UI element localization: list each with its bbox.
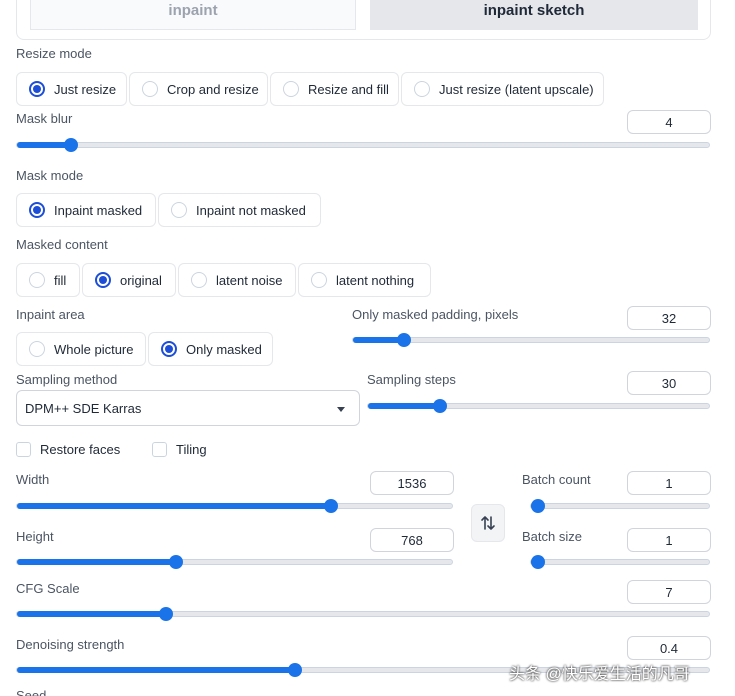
slider-thumb[interactable] [169, 555, 183, 569]
swap-dimensions-button[interactable] [471, 504, 505, 542]
seed-label: Seed [16, 688, 47, 696]
slider-fill [17, 503, 331, 509]
slider-fill [17, 611, 166, 617]
batch-count-slider[interactable] [530, 499, 710, 513]
resize-mode-just-resize[interactable]: Just resize [16, 72, 127, 106]
masked-content-latent-noise[interactable]: latent noise [178, 263, 296, 297]
masked-content-latent-nothing[interactable]: latent nothing [298, 263, 431, 297]
cfg-scale-label: CFG Scale [16, 581, 80, 596]
radio-icon [311, 272, 327, 288]
slider-thumb[interactable] [64, 138, 78, 152]
mask-mode-label: Mask mode [16, 168, 84, 183]
radio-label: Inpaint masked [54, 202, 143, 218]
slider-fill [17, 559, 176, 565]
slider-thumb[interactable] [433, 399, 447, 413]
inpaint-area-whole-picture[interactable]: Whole picture [16, 332, 146, 366]
mask-mode-inpaint-masked[interactable]: Inpaint masked [16, 193, 156, 227]
radio-label: latent nothing [336, 272, 415, 288]
width-input[interactable]: 1536 [370, 471, 454, 495]
watermark: 头条 @快乐爱生活的凡哥 [509, 666, 690, 683]
radio-icon [191, 272, 207, 288]
batch-count-input[interactable]: 1 [627, 471, 711, 495]
cfg-scale-input[interactable]: 7 [627, 580, 711, 604]
resize-mode-crop-and-resize[interactable]: Crop and resize [129, 72, 268, 106]
slider-thumb[interactable] [531, 499, 545, 513]
checkbox-label: Tiling [176, 442, 207, 457]
mask-mode-inpaint-not-masked[interactable]: Inpaint not masked [158, 193, 321, 227]
checkbox-label: Restore faces [40, 442, 121, 457]
denoising-strength-label: Denoising strength [16, 637, 125, 652]
radio-label: Inpaint not masked [196, 202, 306, 218]
mask-blur-input[interactable]: 4 [627, 110, 711, 134]
checkbox-box [152, 442, 167, 457]
batch-size-label: Batch size [522, 529, 582, 544]
radio-icon [283, 81, 299, 97]
sampling-steps-slider[interactable] [367, 399, 710, 413]
batch-count-label: Batch count [522, 472, 591, 487]
inpaint-area-label: Inpaint area [16, 307, 85, 322]
radio-icon [142, 81, 158, 97]
radio-icon [171, 202, 187, 218]
radio-icon [414, 81, 430, 97]
inpaint-area-only-masked[interactable]: Only masked [148, 332, 273, 366]
only-masked-padding-input[interactable]: 32 [627, 306, 711, 330]
radio-icon [29, 272, 45, 288]
denoising-strength-input[interactable]: 0.4 [627, 636, 711, 660]
radio-label: Just resize [54, 81, 117, 97]
radio-label: Resize and fill [308, 81, 389, 97]
sampling-method-dropdown[interactable]: DPM++ SDE Karras [16, 390, 360, 426]
slider-fill [17, 142, 71, 148]
resize-mode-latent-upscale[interactable]: Just resize (latent upscale) [401, 72, 604, 106]
sampling-steps-label: Sampling steps [367, 372, 456, 387]
radio-label: Only masked [186, 341, 262, 357]
tab-inpaint-sketch[interactable]: inpaint sketch [370, 0, 698, 30]
tiling-checkbox[interactable]: Tiling [152, 442, 207, 457]
radio-selected-icon [95, 272, 111, 288]
slider-thumb[interactable] [531, 555, 545, 569]
width-slider[interactable] [16, 499, 453, 513]
height-input[interactable]: 768 [370, 528, 454, 552]
sampling-steps-input[interactable]: 30 [627, 371, 711, 395]
sampling-method-value: DPM++ SDE Karras [25, 400, 142, 416]
slider-thumb[interactable] [324, 499, 338, 513]
masked-content-original[interactable]: original [82, 263, 176, 297]
radio-icon [29, 341, 45, 357]
slider-thumb[interactable] [288, 663, 302, 677]
batch-size-slider[interactable] [530, 555, 710, 569]
radio-label: original [120, 272, 162, 288]
mask-blur-slider[interactable] [16, 138, 710, 152]
radio-label: Crop and resize [167, 81, 259, 97]
masked-content-fill[interactable]: fill [16, 263, 80, 297]
restore-faces-checkbox[interactable]: Restore faces [16, 442, 120, 457]
sampling-method-label: Sampling method [16, 372, 118, 387]
mask-blur-label: Mask blur [16, 111, 73, 126]
batch-size-input[interactable]: 1 [627, 528, 711, 552]
only-masked-padding-label: Only masked padding, pixels [352, 307, 519, 322]
radio-label: latent noise [216, 272, 283, 288]
slider-thumb[interactable] [397, 333, 411, 347]
resize-mode-label: Resize mode [16, 46, 92, 61]
radio-label: Whole picture [54, 341, 134, 357]
slider-fill [368, 403, 440, 409]
width-label: Width [16, 472, 50, 487]
radio-selected-icon [29, 81, 45, 97]
radio-selected-icon [29, 202, 45, 218]
tab-inpaint[interactable]: inpaint [30, 0, 356, 30]
resize-mode-resize-and-fill[interactable]: Resize and fill [270, 72, 399, 106]
chevron-down-icon [337, 407, 345, 412]
only-masked-padding-slider[interactable] [352, 333, 710, 347]
radio-label: fill [54, 272, 67, 288]
radio-selected-icon [161, 341, 177, 357]
masked-content-label: Masked content [16, 237, 108, 252]
slider-thumb[interactable] [159, 607, 173, 621]
cfg-scale-slider[interactable] [16, 607, 710, 621]
checkbox-box [16, 442, 31, 457]
radio-label: Just resize (latent upscale) [439, 81, 594, 97]
slider-fill [17, 667, 295, 673]
height-slider[interactable] [16, 555, 453, 569]
swap-arrows-icon [481, 516, 495, 530]
height-label: Height [16, 529, 54, 544]
